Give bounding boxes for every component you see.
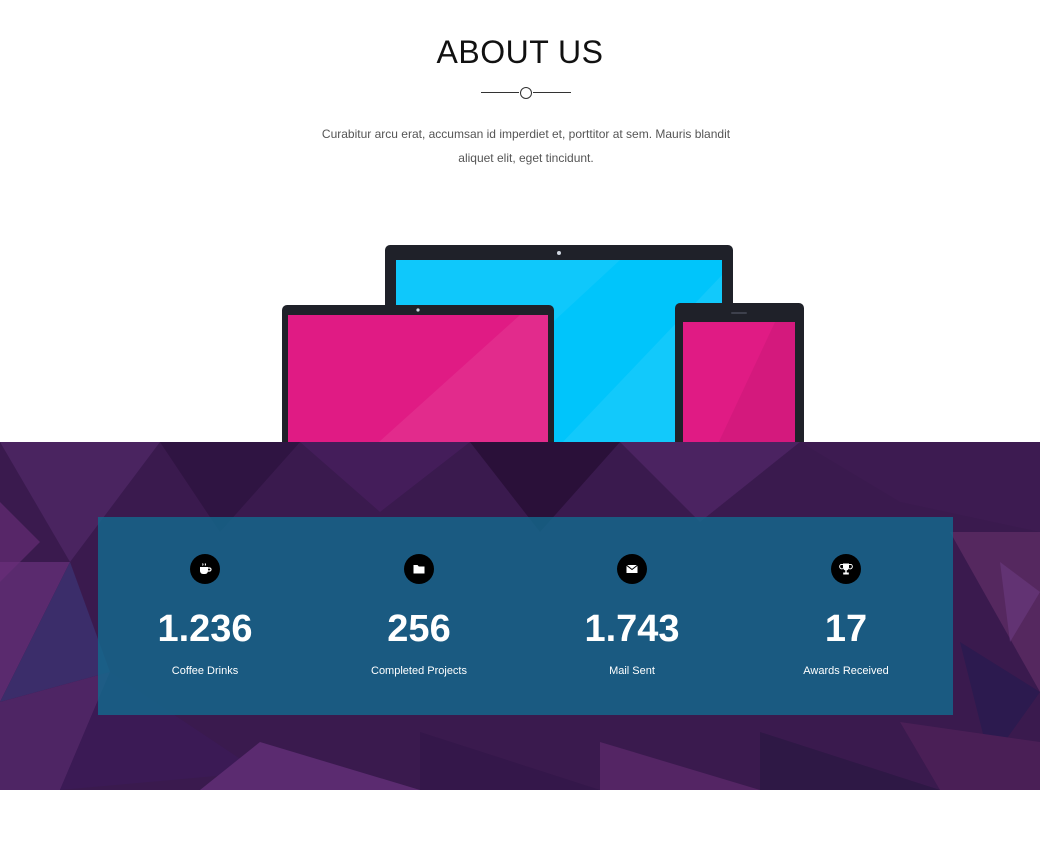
page: ABOUT US Curabitur arcu erat, accumsan i… [0, 0, 1040, 844]
coffee-icon [190, 554, 220, 584]
laptop-image [385, 245, 733, 445]
stat-mail: 1.743 Mail Sent [525, 517, 739, 715]
stats-section: 1.236 Coffee Drinks 256 Completed Projec… [0, 442, 1040, 790]
stat-value: 1.236 [157, 608, 253, 650]
stat-value: 17 [824, 608, 868, 650]
section-title: ABOUT US [436, 34, 604, 70]
stat-awards: 17 Awards Received [739, 517, 953, 715]
phone-image [675, 303, 804, 450]
tablet-image [282, 305, 554, 450]
divider-line-right [533, 92, 571, 93]
stat-value: 1.743 [584, 608, 680, 650]
about-intro: Curabitur arcu erat, accumsan id imperdi… [300, 122, 752, 170]
stat-value: 256 [387, 608, 451, 650]
stat-label: Mail Sent [609, 665, 655, 677]
folder-icon [404, 554, 434, 584]
stat-label: Completed Projects [371, 665, 467, 677]
stat-label: Awards Received [803, 665, 889, 677]
about-intro-line-1: Curabitur arcu erat, accumsan id imperdi… [321, 127, 731, 141]
stat-label: Coffee Drinks [171, 665, 239, 677]
about-intro-line-2: aliquet elit, eget tincidunt. [458, 151, 594, 165]
stats-box: 1.236 Coffee Drinks 256 Completed Projec… [98, 517, 953, 715]
title-divider [481, 86, 571, 100]
stat-projects: 256 Completed Projects [312, 517, 526, 715]
divider-line-left [481, 92, 519, 93]
envelope-icon [617, 554, 647, 584]
trophy-icon [831, 554, 861, 584]
stat-coffee: 1.236 Coffee Drinks [98, 517, 312, 715]
divider-circle [520, 87, 532, 99]
